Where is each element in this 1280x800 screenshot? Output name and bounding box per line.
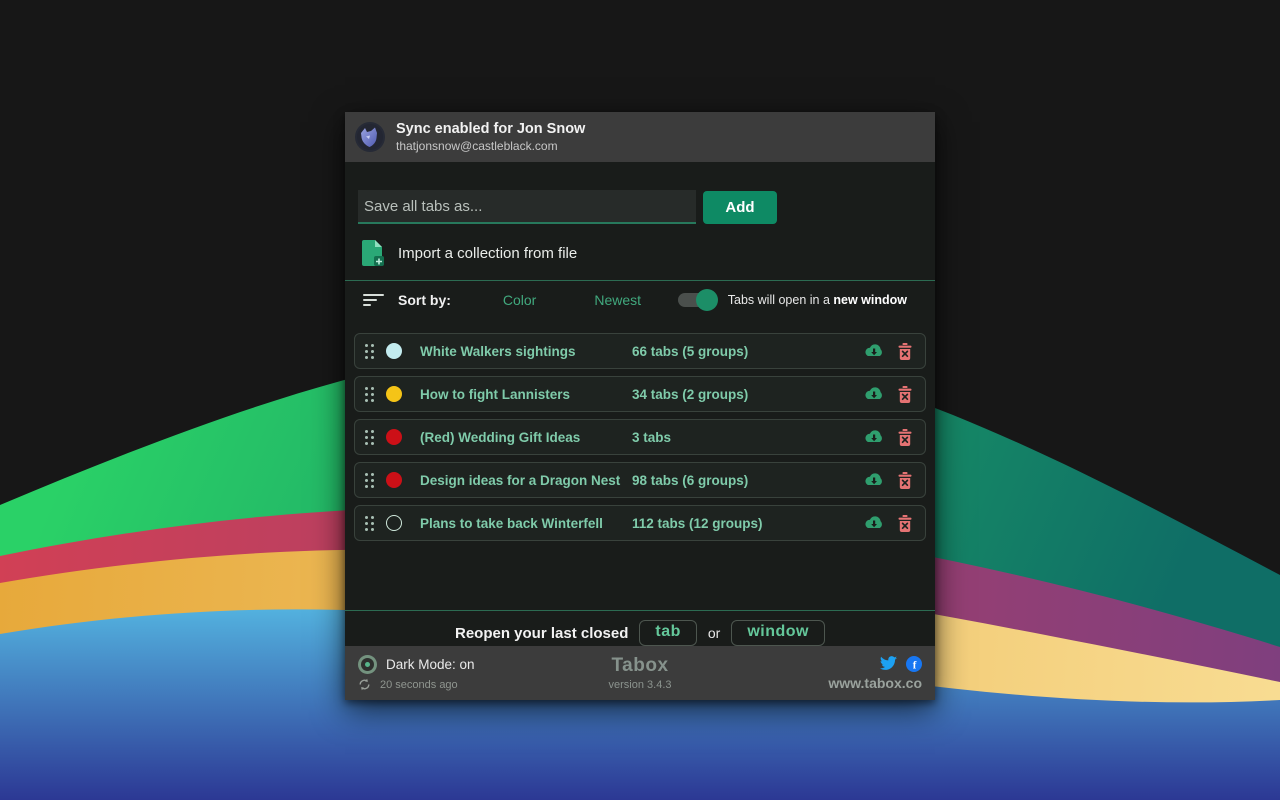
twitter-icon[interactable] <box>880 656 897 671</box>
tabox-popup: Sync enabled for Jon Snow thatjonsnow@ca… <box>345 112 935 700</box>
website-link[interactable]: www.tabox.co <box>828 675 922 691</box>
collection-name[interactable]: White Walkers sightings <box>420 344 632 359</box>
dark-mode-label[interactable]: Dark Mode: on <box>386 657 475 672</box>
sort-icon <box>363 293 385 307</box>
new-window-toggle-group: Tabs will open in a new window <box>678 293 907 307</box>
collection-row[interactable]: How to fight Lannisters 34 tabs (2 group… <box>354 376 926 412</box>
desktop-background: Sync enabled for Jon Snow thatjonsnow@ca… <box>0 0 1280 800</box>
sync-email: thatjonsnow@castleblack.com <box>396 139 585 154</box>
footer-right: f www.tabox.co <box>828 656 922 691</box>
collection-name[interactable]: Design ideas for a Dragon Nest <box>420 473 632 488</box>
save-collection-row: Add <box>358 190 922 224</box>
reopen-tab-button[interactable]: tab <box>639 620 697 646</box>
sync-refresh-icon[interactable] <box>358 678 371 691</box>
export-cloud-icon[interactable] <box>863 386 885 402</box>
drag-handle-icon[interactable] <box>365 516 374 531</box>
sync-info: Sync enabled for Jon Snow thatjonsnow@ca… <box>396 120 585 153</box>
add-button[interactable]: Add <box>703 191 777 224</box>
collection-row[interactable]: Plans to take back Winterfell 112 tabs (… <box>354 505 926 541</box>
delete-trash-icon[interactable] <box>898 386 912 403</box>
drag-handle-icon[interactable] <box>365 473 374 488</box>
sort-by-color[interactable]: Color <box>503 292 536 308</box>
import-collection-row[interactable]: Import a collection from file <box>362 236 922 270</box>
collection-row[interactable]: White Walkers sightings 66 tabs (5 group… <box>354 333 926 369</box>
popup-footer: Dark Mode: on 20 seconds ago Tabox versi… <box>345 646 935 700</box>
facebook-icon[interactable]: f <box>906 656 922 672</box>
collection-color-dot[interactable] <box>386 429 402 445</box>
toggle-label: Tabs will open in a new window <box>728 293 907 307</box>
collection-tab-count: 34 tabs (2 groups) <box>632 387 748 402</box>
new-window-toggle[interactable] <box>678 293 716 307</box>
sort-by-label: Sort by: <box>398 292 451 308</box>
toggle-knob <box>696 289 718 311</box>
collection-actions <box>863 386 915 403</box>
user-avatar <box>355 122 385 152</box>
delete-trash-icon[interactable] <box>898 343 912 360</box>
sync-title: Sync enabled for Jon Snow <box>396 120 585 138</box>
collection-row[interactable]: Design ideas for a Dragon Nest 98 tabs (… <box>354 462 926 498</box>
collection-actions <box>863 429 915 446</box>
reopen-label: Reopen your last closed <box>455 625 628 642</box>
toggle-label-prefix: Tabs will open in a <box>728 293 834 307</box>
export-cloud-icon[interactable] <box>863 429 885 445</box>
collection-actions <box>863 515 915 532</box>
svg-text:f: f <box>913 659 917 671</box>
reopen-window-button[interactable]: window <box>731 620 825 646</box>
collection-tab-count: 112 tabs (12 groups) <box>632 516 763 531</box>
toggle-label-bold: new window <box>833 293 907 307</box>
collection-tab-count: 66 tabs (5 groups) <box>632 344 748 359</box>
delete-trash-icon[interactable] <box>898 472 912 489</box>
app-version: version 3.4.3 <box>609 679 672 691</box>
collection-row[interactable]: (Red) Wedding Gift Ideas 3 tabs <box>354 419 926 455</box>
last-sync-time: 20 seconds ago <box>380 679 458 691</box>
export-cloud-icon[interactable] <box>863 515 885 531</box>
collection-color-dot[interactable] <box>386 386 402 402</box>
drag-handle-icon[interactable] <box>365 430 374 445</box>
delete-trash-icon[interactable] <box>898 515 912 532</box>
export-cloud-icon[interactable] <box>863 343 885 359</box>
collection-color-dot[interactable] <box>386 343 402 359</box>
collection-name[interactable]: Plans to take back Winterfell <box>420 516 632 531</box>
reopen-or-label: or <box>708 625 720 641</box>
collection-color-dot[interactable] <box>386 515 402 531</box>
sort-by-newest[interactable]: Newest <box>594 292 641 308</box>
collection-tab-count: 98 tabs (6 groups) <box>632 473 748 488</box>
collection-tab-count: 3 tabs <box>632 430 671 445</box>
sort-row: Sort by: Color Newest Tabs will open in … <box>345 281 935 319</box>
footer-left: Dark Mode: on 20 seconds ago <box>358 655 475 691</box>
app-name: Tabox <box>609 655 672 677</box>
export-cloud-icon[interactable] <box>863 472 885 488</box>
sync-header: Sync enabled for Jon Snow thatjonsnow@ca… <box>345 112 935 162</box>
divider-bottom <box>345 610 935 611</box>
reopen-row: Reopen your last closed tab or window <box>345 618 935 648</box>
import-label: Import a collection from file <box>398 245 577 262</box>
delete-trash-icon[interactable] <box>898 429 912 446</box>
collection-name[interactable]: How to fight Lannisters <box>420 387 632 402</box>
collection-name[interactable]: (Red) Wedding Gift Ideas <box>420 430 632 445</box>
collection-color-dot[interactable] <box>386 472 402 488</box>
collection-actions <box>863 343 915 360</box>
drag-handle-icon[interactable] <box>365 344 374 359</box>
collection-actions <box>863 472 915 489</box>
dark-mode-icon[interactable] <box>358 655 377 674</box>
save-tabs-input[interactable] <box>358 190 696 224</box>
wolf-icon <box>357 124 383 150</box>
import-file-icon <box>362 239 384 267</box>
collections-list: White Walkers sightings 66 tabs (5 group… <box>354 333 926 541</box>
footer-center: Tabox version 3.4.3 <box>609 655 672 691</box>
drag-handle-icon[interactable] <box>365 387 374 402</box>
